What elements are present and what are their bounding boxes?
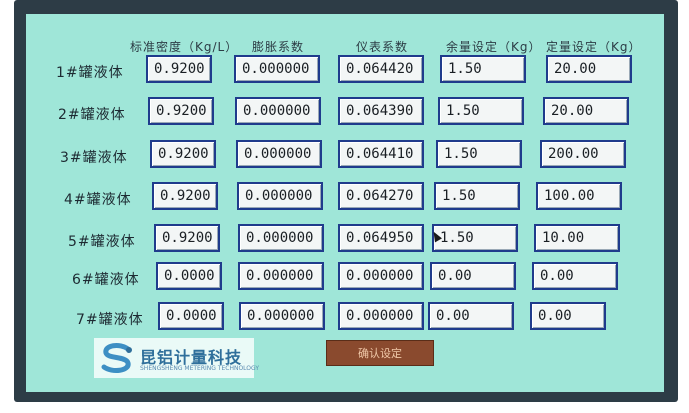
confirm-settings-button[interactable]: 确认设定 (326, 340, 434, 366)
expansion-field-tank-2[interactable]: 0.000000 (235, 97, 321, 125)
meter-field-tank-2[interactable]: 0.064390 (338, 97, 424, 125)
meter-field-tank-1[interactable]: 0.064420 (338, 55, 424, 83)
meter-field-tank-7[interactable]: 0.000000 (338, 302, 424, 330)
expansion-field-tank-1[interactable]: 0.000000 (234, 55, 320, 83)
row-label-tank-3: 3#罐液体 (60, 150, 128, 166)
density-field-tank-6[interactable]: 0.0000 (156, 262, 222, 290)
remaining-field-tank-7[interactable]: 0.00 (428, 302, 514, 330)
expansion-field-tank-7[interactable]: 0.000000 (239, 302, 325, 330)
expansion-field-tank-6[interactable]: 0.000000 (238, 262, 324, 290)
fixed-field-tank-6[interactable]: 0.00 (532, 262, 618, 290)
remaining-field-tank-2[interactable]: 1.50 (438, 97, 524, 125)
hmi-screen: 标准密度（Kg/L） 膨胀系数 仪表系数 余量设定（Kg） 定量设定（Kg） 1… (26, 14, 664, 392)
density-field-tank-5[interactable]: 0.9200 (154, 224, 220, 252)
row-label-tank-4: 4#罐液体 (64, 192, 132, 208)
fixed-field-tank-1[interactable]: 20.00 (546, 55, 632, 83)
meter-field-tank-4[interactable]: 0.064270 (338, 182, 424, 210)
header-remaining: 余量设定（Kg） (446, 40, 542, 54)
logo-s-icon (101, 343, 132, 373)
row-label-tank-7: 7#罐液体 (76, 312, 144, 328)
fixed-field-tank-2[interactable]: 20.00 (543, 97, 629, 125)
row-label-tank-2: 2#罐液体 (58, 107, 126, 123)
remaining-field-tank-3[interactable]: 1.50 (436, 140, 522, 168)
header-expansion: 膨胀系数 (252, 40, 305, 54)
row-label-tank-6: 6#罐液体 (72, 272, 140, 288)
logo-english-name: SHENGSHENG METERING TECHNOLOGY (140, 365, 260, 372)
meter-field-tank-6[interactable]: 0.000000 (338, 262, 424, 290)
density-field-tank-4[interactable]: 0.9200 (152, 182, 218, 210)
remaining-field-tank-5[interactable]: 1.50 (432, 224, 518, 252)
remaining-field-tank-6[interactable]: 0.00 (430, 262, 516, 290)
meter-field-tank-5[interactable]: 0.064950 (338, 224, 424, 252)
company-logo: 昆铝计量科技 SHENGSHENG METERING TECHNOLOGY (94, 338, 259, 378)
fixed-field-tank-7[interactable]: 0.00 (530, 302, 606, 330)
density-field-tank-7[interactable]: 0.0000 (158, 302, 224, 330)
expansion-field-tank-4[interactable]: 0.000000 (237, 182, 323, 210)
meter-field-tank-3[interactable]: 0.064410 (338, 140, 424, 168)
expansion-field-tank-5[interactable]: 0.000000 (238, 224, 324, 252)
density-field-tank-1[interactable]: 0.9200 (146, 55, 212, 83)
fixed-field-tank-4[interactable]: 100.00 (536, 182, 622, 210)
header-fixed: 定量设定（Kg） (546, 40, 642, 54)
fixed-field-tank-5[interactable]: 10.00 (534, 224, 620, 252)
row-label-tank-1: 1#罐液体 (56, 65, 124, 81)
expansion-field-tank-3[interactable]: 0.000000 (236, 140, 322, 168)
row-label-tank-5: 5#罐液体 (68, 234, 136, 250)
remaining-field-tank-4[interactable]: 1.50 (434, 182, 520, 210)
density-field-tank-2[interactable]: 0.9200 (148, 97, 214, 125)
density-field-tank-3[interactable]: 0.9200 (150, 140, 216, 168)
header-density: 标准密度（Kg/L） (130, 40, 239, 54)
remaining-field-tank-1[interactable]: 1.50 (440, 55, 526, 83)
fixed-field-tank-3[interactable]: 200.00 (540, 140, 626, 168)
header-meter: 仪表系数 (356, 40, 409, 54)
